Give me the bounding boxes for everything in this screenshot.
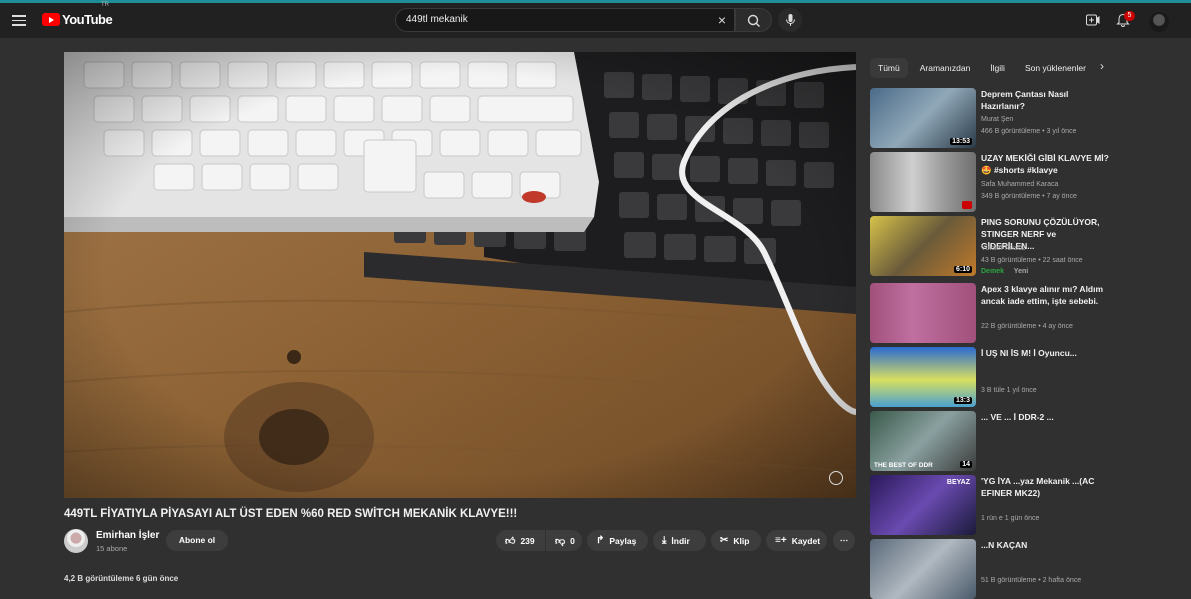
- video-meta: 3 B tüle 1 yıl önce: [981, 387, 1037, 394]
- video-thumbnail[interactable]: THE BEST OF DDR 14: [870, 411, 976, 471]
- video-meta: 349 B görüntüleme • 7 ay önce: [981, 193, 1077, 200]
- chip-recently-uploaded[interactable]: Son yüklenenler: [1017, 58, 1093, 78]
- clip-label: Klip: [733, 535, 750, 546]
- search-button[interactable]: [735, 8, 772, 32]
- dislike-count: 0: [570, 535, 575, 546]
- microphone-icon: [786, 14, 795, 26]
- more-horizontal-icon: ⋯: [839, 535, 849, 545]
- channel-name[interactable]: Yüksel Toksöz: [981, 245, 1026, 252]
- new-badge: Yeni: [1013, 268, 1029, 275]
- related-filter-chips: Tümü Aramanızdan İlgili Son yüklenenler: [870, 58, 1097, 78]
- video-thumbnail[interactable]: BEYAZ: [870, 475, 976, 535]
- duration-badge: 13:3: [953, 397, 972, 404]
- video-meta: 1 rün e 1 gün önce: [981, 515, 1040, 522]
- video-tags: Demek Yeni: [981, 268, 1028, 275]
- player-settings-icon[interactable]: [829, 471, 843, 485]
- recommended-video[interactable]: 13:3 İ UŞ NI İS M! İ Oyuncu... 3 B tüle …: [870, 347, 1120, 407]
- logo-country-code: TR: [101, 2, 109, 8]
- chip-related[interactable]: İlgili: [982, 58, 1013, 78]
- recommended-video[interactable]: THE BEST OF DDR 14 ... VE ... İ DDR-2 ..…: [870, 411, 1120, 471]
- video-title-link[interactable]: UZAY MEKİĞİ GİBİ KLAVYE Mİ? 🤩 #shorts #k…: [981, 152, 1111, 176]
- chip-all[interactable]: Tümü: [870, 58, 908, 78]
- duration-badge: 13:53: [950, 138, 972, 145]
- download-label: İndir: [671, 535, 690, 546]
- video-title-link[interactable]: Apex 3 klavye alınır mı? Aldım ancak iad…: [981, 283, 1111, 307]
- video-thumbnail[interactable]: 13:53: [870, 88, 976, 148]
- video-meta: 22 B görüntüleme • 4 ay önce: [981, 323, 1073, 330]
- video-title-link[interactable]: İ UŞ NI İS M! İ Oyuncu...: [981, 347, 1111, 359]
- channel-name[interactable]: Safa Muhammed Karaca: [981, 181, 1058, 188]
- video-title-link[interactable]: Deprem Çantası Nasıl Hazırlanır?: [981, 88, 1111, 112]
- video-thumbnail[interactable]: [870, 283, 976, 343]
- subscriber-count: 15 abone: [96, 544, 128, 553]
- add-to-playlist-icon: ≡+: [775, 535, 787, 546]
- voice-search-button[interactable]: [778, 8, 802, 32]
- video-meta: 466 B görüntüleme • 3 yıl önce: [981, 128, 1077, 135]
- search-icon: [747, 14, 760, 27]
- search-input[interactable]: 449tl mekanik ×: [395, 8, 735, 32]
- video-frame-keyboard-image: [64, 52, 856, 498]
- share-label: Paylaş: [609, 535, 637, 546]
- dislike-button[interactable]: 👎︎ 0: [546, 530, 582, 551]
- account-avatar[interactable]: [1149, 12, 1169, 32]
- duration-badge: 14: [960, 461, 972, 468]
- video-title: 449TL FİYATIYLA PİYASAYI ALT ÜST EDEN %6…: [64, 508, 518, 520]
- clear-search-icon[interactable]: ×: [718, 12, 726, 28]
- view-count-date: 4,2 B görüntüleme 6 gün önce: [64, 574, 179, 583]
- create-video-icon[interactable]: [1086, 14, 1100, 26]
- channel-name[interactable]: Murat Şen: [981, 116, 1013, 123]
- recommended-video[interactable]: UZAY MEKİĞİ GİBİ KLAVYE Mİ? 🤩 #shorts #k…: [870, 152, 1120, 212]
- video-thumbnail[interactable]: [870, 152, 976, 212]
- recommended-video[interactable]: Apex 3 klavye alınır mı? Aldım ancak iad…: [870, 283, 1120, 343]
- download-icon: ⤓: [662, 535, 667, 546]
- thumbnail-caption: BEYAZ: [946, 479, 970, 486]
- video-title-link[interactable]: ...N KAÇAN: [981, 539, 1111, 551]
- more-actions-button[interactable]: ⋯: [833, 530, 855, 551]
- logo-text: YouTube: [62, 12, 113, 27]
- download-button[interactable]: ⤓ İndir: [653, 530, 706, 551]
- chevron-right-icon[interactable]: ›: [1100, 59, 1104, 73]
- chip-from-search[interactable]: Aramanızdan: [912, 58, 979, 78]
- share-arrow-icon: ↱: [596, 535, 605, 546]
- subscribe-button[interactable]: Abone ol: [166, 530, 228, 551]
- recommended-video[interactable]: ...N KAÇAN 51 B görüntüleme • 2 hafta ön…: [870, 539, 1120, 599]
- video-thumbnail[interactable]: 6:10: [870, 216, 976, 276]
- save-label: Kaydet: [791, 535, 821, 546]
- thumbnail-caption: THE BEST OF DDR: [874, 462, 933, 469]
- duration-badge: 6:10: [953, 266, 972, 273]
- video-thumbnail[interactable]: 13:3: [870, 347, 976, 407]
- recommended-video[interactable]: BEYAZ 'YG İYA ...yaz Mekanik ...(AC EFIN…: [870, 475, 1120, 535]
- thumbs-down-icon: 👎︎: [555, 535, 566, 547]
- video-meta: 43 B görüntüleme • 22 saat önce: [981, 257, 1083, 264]
- youtube-logo[interactable]: YouTube: [42, 12, 113, 27]
- search-query: 449tl mekanik: [406, 14, 468, 25]
- clip-button[interactable]: ✂ Klip: [711, 530, 761, 551]
- like-count: 239: [520, 535, 535, 546]
- video-thumbnail[interactable]: [870, 539, 976, 599]
- save-button[interactable]: ≡+ Kaydet: [766, 530, 827, 551]
- like-button[interactable]: 👍︎ 239: [496, 530, 545, 551]
- youtube-play-icon: [42, 13, 60, 26]
- share-button[interactable]: ↱ Paylaş: [587, 530, 648, 551]
- recommended-video[interactable]: 13:53 Deprem Çantası Nasıl Hazırlanır? M…: [870, 88, 1120, 148]
- recommended-video[interactable]: 6:10 PING SORUNU ÇÖZÜLÜYOR, STINGER NERF…: [870, 216, 1120, 276]
- video-title-link[interactable]: 'YG İYA ...yaz Mekanik ...(AC EFINER MK2…: [981, 475, 1111, 499]
- notification-count-badge: 5: [1124, 11, 1135, 21]
- masthead: YouTube TR 449tl mekanik × 5: [0, 2, 1191, 38]
- tag-label: Demek: [981, 268, 1004, 275]
- video-player[interactable]: [64, 52, 856, 498]
- video-title-link[interactable]: ... VE ... İ DDR-2 ...: [981, 411, 1111, 423]
- channel-avatar[interactable]: [64, 529, 88, 553]
- shorts-icon: [962, 201, 972, 209]
- hamburger-menu-icon[interactable]: [12, 13, 26, 27]
- channel-name[interactable]: Emirhan İşler: [96, 530, 159, 541]
- scissors-icon: ✂: [720, 535, 729, 546]
- thumbs-up-icon: 👍︎: [505, 535, 516, 547]
